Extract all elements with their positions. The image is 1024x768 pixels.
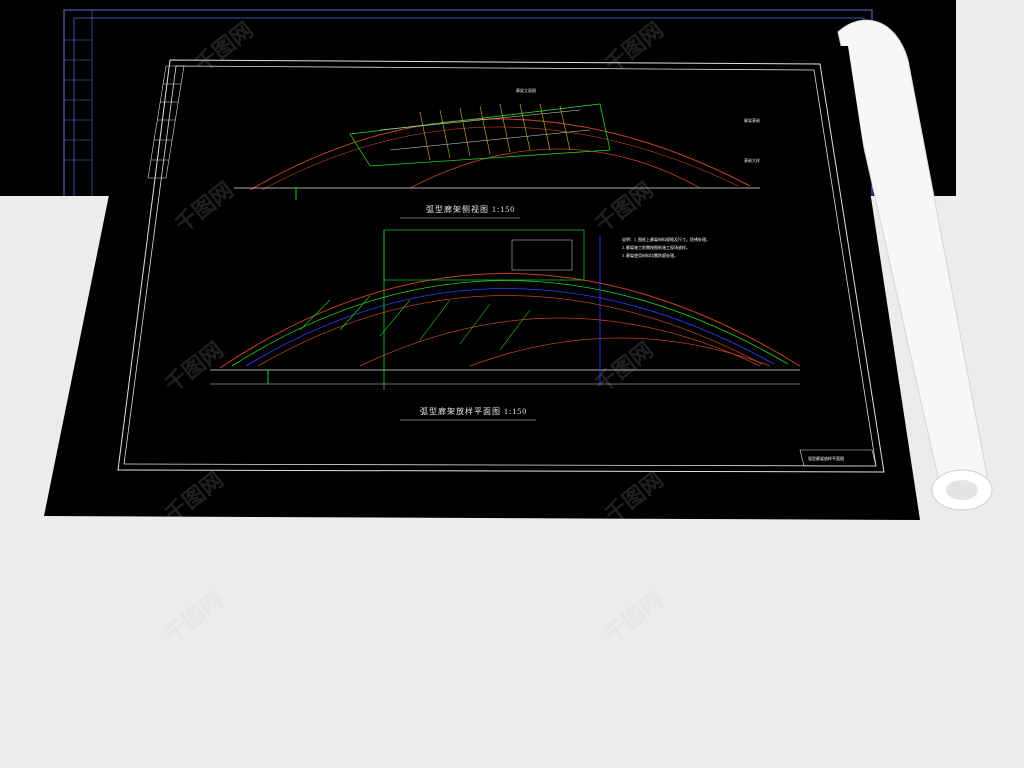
- titleblock-drawing-name: 弧型廊架放样平面图: [808, 456, 844, 461]
- elevation-view-title: 弧型廊架侧视图 1:150: [426, 205, 516, 214]
- note-line: 3. 廊架使用材料均需防腐处理。: [622, 253, 678, 258]
- plan-view-title: 弧型廊架放样平面图 1:150: [420, 407, 528, 416]
- note-line: 2. 廊架施工前需按图纸施工现场放样。: [622, 245, 690, 250]
- note-line: 说明：1. 图纸上廊架材料规格及尺寸。防锈处理。: [622, 237, 710, 242]
- detail-callout: 基础大样: [744, 158, 760, 163]
- detail-callout: 廊架基础: [744, 118, 760, 123]
- drawing-sheet-top: [44, 42, 920, 520]
- detail-callout: 廊架立面图: [516, 88, 536, 93]
- drawing-notes: 说明：1. 图纸上廊架材料规格及尺寸。防锈处理。 2. 廊架施工前需按图纸施工现…: [622, 236, 710, 260]
